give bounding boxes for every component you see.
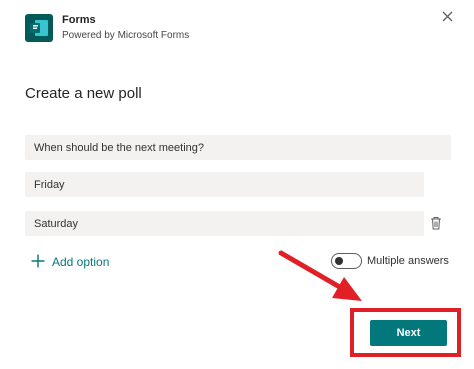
forms-logo-icon xyxy=(25,14,53,42)
multiple-answers-label: Multiple answers xyxy=(367,255,449,267)
trash-icon[interactable] xyxy=(430,216,442,230)
app-subtitle: Powered by Microsoft Forms xyxy=(62,30,190,41)
question-input[interactable] xyxy=(25,135,451,160)
next-button[interactable]: Next xyxy=(370,320,447,346)
annotation-arrow-icon xyxy=(278,250,362,301)
app-name: Forms xyxy=(62,14,96,26)
plus-icon xyxy=(31,254,45,268)
page-title: Create a new poll xyxy=(25,85,142,102)
close-icon[interactable] xyxy=(439,8,457,26)
option-input-1[interactable] xyxy=(25,172,424,197)
add-option-label: Add option xyxy=(52,255,110,269)
option-input-2[interactable] xyxy=(25,211,424,236)
